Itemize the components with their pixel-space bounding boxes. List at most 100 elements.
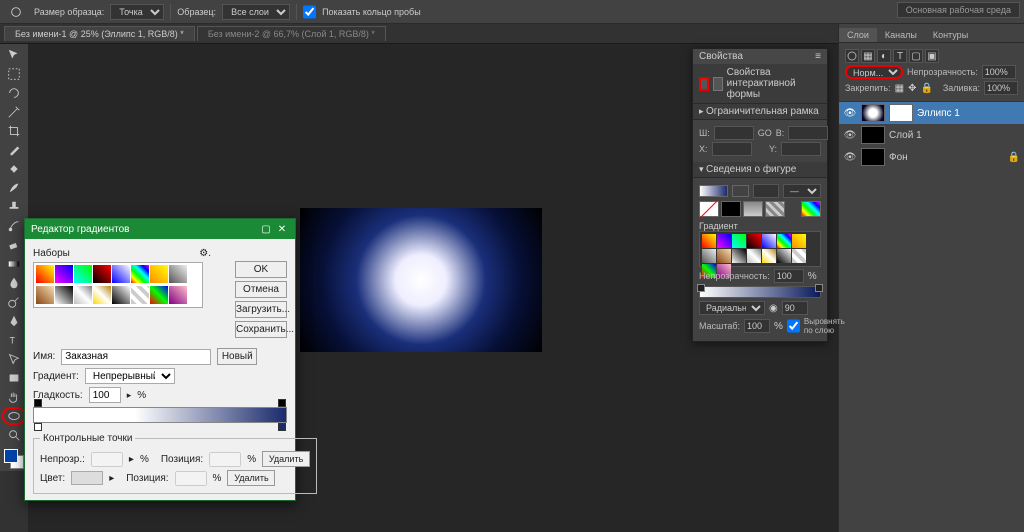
close-icon[interactable]: ✕ <box>275 222 289 236</box>
blur-tool[interactable] <box>2 274 26 292</box>
hand-tool[interactable] <box>2 388 26 406</box>
opacity-stop-left[interactable] <box>34 399 42 407</box>
brush-tool[interactable] <box>2 179 26 197</box>
zoom-tool[interactable] <box>2 426 26 444</box>
gradient-swatch[interactable] <box>717 234 731 248</box>
gradient-type-select[interactable]: Радиальный <box>699 301 765 315</box>
tab-layers[interactable]: Слои <box>839 28 877 42</box>
panel-menu-icon[interactable]: ≡ <box>815 51 821 62</box>
blend-mode-select[interactable]: Норм... <box>845 65 903 79</box>
color-stop-right[interactable] <box>278 423 286 431</box>
grad-opacity[interactable] <box>774 269 804 283</box>
gradient-swatch[interactable] <box>169 286 187 304</box>
stop-opacity[interactable] <box>91 452 123 467</box>
doc-tab-2[interactable]: Без имени-2 @ 66,7% (Слой 1, RGB/8) * <box>197 26 386 41</box>
bb-w[interactable] <box>714 126 754 140</box>
gradient-swatch[interactable] <box>74 265 92 283</box>
tab-paths[interactable]: Контуры <box>925 28 976 42</box>
color-picker-icon[interactable] <box>801 201 821 217</box>
no-fill-icon[interactable] <box>699 201 719 217</box>
gradient-fill-icon[interactable] <box>743 201 763 217</box>
stroke-width[interactable] <box>753 184 779 198</box>
color-stop-left[interactable] <box>34 423 42 431</box>
layer-opacity-input[interactable] <box>982 65 1016 79</box>
gradient-swatch[interactable] <box>777 234 791 248</box>
crop-tool[interactable] <box>2 122 26 140</box>
history-brush-tool[interactable] <box>2 217 26 235</box>
presets-menu-icon[interactable]: ⚙. <box>199 248 211 259</box>
sample-select[interactable]: Все слои <box>222 4 290 20</box>
lock-pixels-icon[interactable]: ▦ <box>895 83 904 94</box>
lasso-tool[interactable] <box>2 84 26 102</box>
gradient-edit-bar[interactable] <box>33 407 287 423</box>
gradient-swatch[interactable] <box>717 249 731 263</box>
healing-tool[interactable] <box>2 160 26 178</box>
layer-thumb[interactable] <box>861 148 885 166</box>
gradient-swatch[interactable] <box>36 265 54 283</box>
dodge-tool[interactable] <box>2 293 26 311</box>
gradient-swatch[interactable] <box>131 286 149 304</box>
gradient-swatch[interactable] <box>762 249 776 263</box>
ok-button[interactable]: OK <box>235 261 287 278</box>
gradient-swatch[interactable] <box>169 265 187 283</box>
delete-color-stop[interactable]: Удалить <box>227 470 275 486</box>
layer-thumb[interactable] <box>861 126 885 144</box>
gradient-swatch[interactable] <box>150 286 168 304</box>
layer-thumb[interactable] <box>861 104 885 122</box>
gradient-swatch[interactable] <box>702 249 716 263</box>
fill-swatch[interactable] <box>699 185 728 197</box>
gradient-swatch[interactable] <box>747 249 761 263</box>
visibility-icon[interactable]: 👁 <box>843 128 857 142</box>
new-button[interactable]: Новый <box>217 348 257 365</box>
gradient-swatch[interactable] <box>55 265 73 283</box>
ellipse-tool[interactable] <box>2 407 26 425</box>
sample-size-select[interactable]: Точка <box>110 4 164 20</box>
eyedropper-tool[interactable] <box>2 141 26 159</box>
smooth-input[interactable] <box>89 387 121 403</box>
stop-color-swatch[interactable] <box>71 471 103 485</box>
bb-y[interactable] <box>781 142 821 156</box>
pen-tool[interactable] <box>2 312 26 330</box>
filter-smart-icon[interactable]: ▣ <box>925 49 939 63</box>
mask-props-icon[interactable] <box>713 77 722 91</box>
move-tool[interactable] <box>2 46 26 64</box>
delete-opacity-stop[interactable]: Удалить <box>262 451 310 467</box>
cancel-button[interactable]: Отмена <box>235 281 287 298</box>
load-button[interactable]: Загрузить... <box>235 301 287 318</box>
gradient-swatch[interactable] <box>36 286 54 304</box>
gradient-swatch[interactable] <box>93 265 111 283</box>
gradient-swatch[interactable] <box>762 234 776 248</box>
gradient-swatch[interactable] <box>55 286 73 304</box>
workspace-switcher[interactable]: Основная рабочая среда <box>897 2 1020 18</box>
gradient-swatch[interactable] <box>702 234 716 248</box>
show-ring-checkbox[interactable] <box>303 4 316 20</box>
shape-props-icon[interactable] <box>699 77 709 91</box>
bb-x[interactable] <box>712 142 752 156</box>
tab-channels[interactable]: Каналы <box>877 28 925 42</box>
gradient-presets[interactable] <box>699 231 821 267</box>
layer-mask-thumb[interactable] <box>889 104 913 122</box>
pattern-fill-icon[interactable] <box>765 201 785 217</box>
bb-h[interactable] <box>788 126 828 140</box>
color-swatches[interactable] <box>4 449 24 469</box>
gradient-swatch[interactable] <box>74 286 92 304</box>
gradient-swatch[interactable] <box>112 265 130 283</box>
lock-all-icon[interactable]: 🔒 <box>920 83 932 94</box>
preset-list[interactable] <box>33 262 203 308</box>
gradient-swatch[interactable] <box>732 234 746 248</box>
name-input[interactable] <box>61 349 211 365</box>
visibility-icon[interactable]: 👁 <box>843 106 857 120</box>
gradient-swatch[interactable] <box>131 265 149 283</box>
scale-input[interactable] <box>744 319 770 333</box>
gradient-swatch[interactable] <box>777 249 791 263</box>
layer-bg[interactable]: 👁 Фон 🔒 <box>839 146 1024 168</box>
angle-input[interactable] <box>782 301 808 315</box>
doc-tab-1[interactable]: Без имени-1 @ 25% (Эллипс 1, RGB/8) * <box>4 26 195 41</box>
fill-input[interactable] <box>984 81 1018 95</box>
stop-pos2[interactable] <box>175 471 207 486</box>
opacity-stop-right[interactable] <box>278 399 286 407</box>
align-checkbox[interactable] <box>787 319 800 333</box>
stroke-style[interactable]: — <box>783 184 821 198</box>
layer-ellipse[interactable]: 👁 Эллипс 1 <box>839 102 1024 124</box>
gradient-swatch[interactable] <box>732 249 746 263</box>
